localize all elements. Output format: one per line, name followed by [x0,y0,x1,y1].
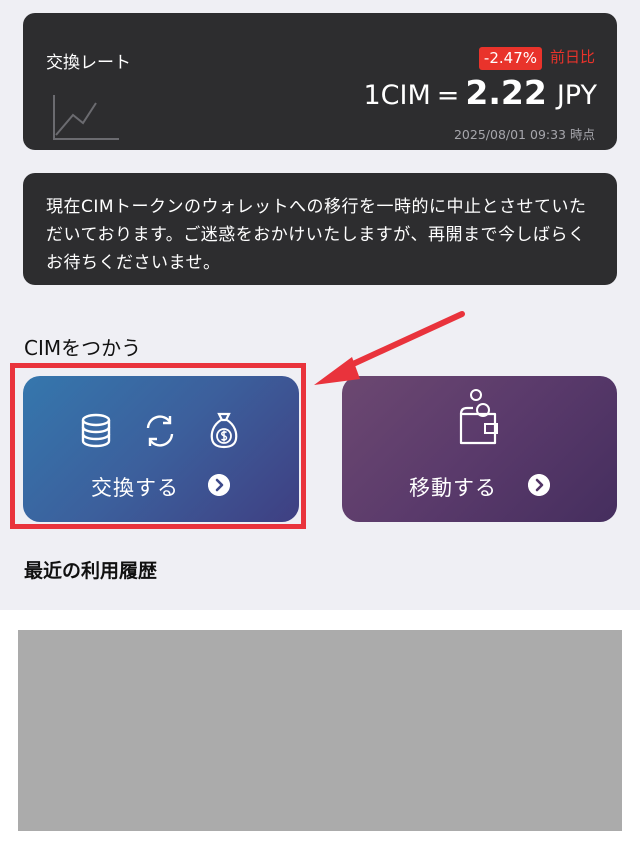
exchange-rate-card: 交換レート -2.47% 前日比 1CIM = 2.22 JPY 2025/08/01… [23,13,617,150]
change-label: 前日比 [549,48,595,66]
annotation-arrow [314,311,465,385]
rate-unit: 1CIM [363,80,431,111]
rate-equals: = [436,80,460,111]
move-label: 移動する [409,476,497,500]
notice-text: 現在CIMトークンのウォレットへの移行を一時的に中止とさせていただいております。… [46,197,587,273]
rate-value: 2.22 [465,73,547,112]
chevron-right-icon [528,474,550,496]
use-section-title: CIMをつかう [24,336,142,360]
rate-timestamp: 2025/08/01 09:33 時点 [453,127,595,142]
highlight-box [10,363,306,529]
line-chart-icon [53,95,119,140]
notice-card: 現在CIMトークンのウォレットへの移行を一時的に中止とさせていただいております。… [23,173,617,285]
history-section-title: 最近の利用履歴 [24,560,158,582]
rate-label: 交換レート [46,53,131,73]
history-placeholder [18,630,622,831]
rate-currency: JPY [556,80,597,111]
rate-line: 1CIM = 2.22 JPY [364,73,598,112]
change-badge: -2.47% [478,47,542,70]
